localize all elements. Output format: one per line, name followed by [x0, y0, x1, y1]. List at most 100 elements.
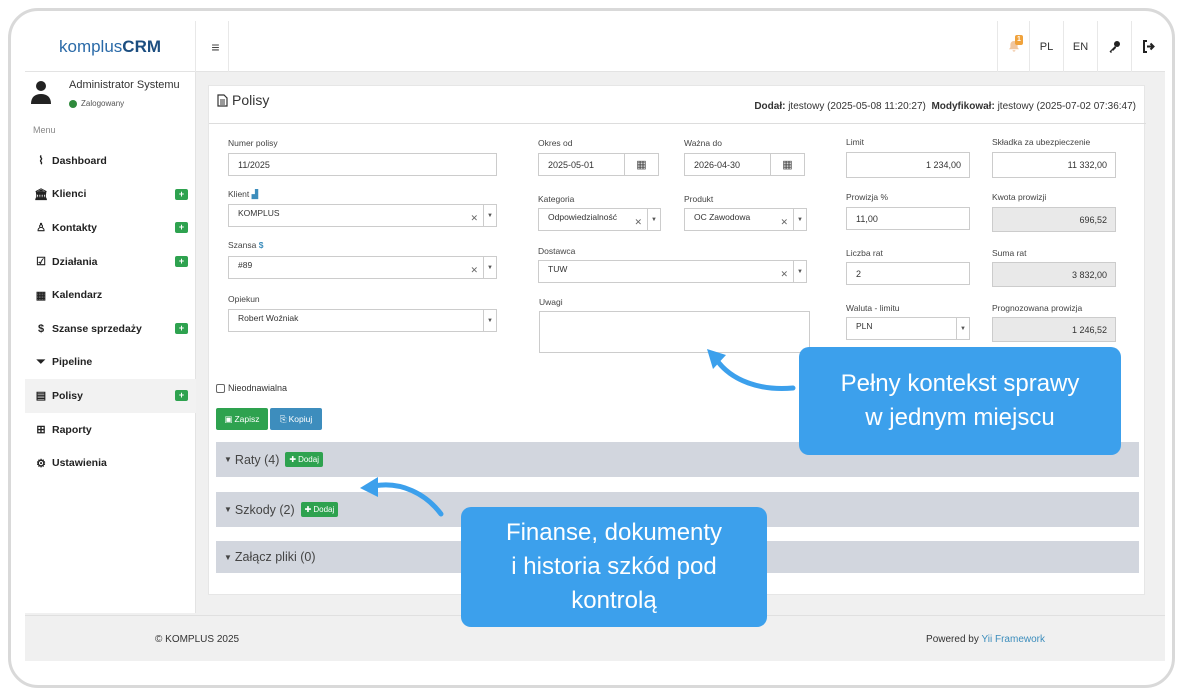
- caret-down-icon: ▼: [224, 455, 232, 464]
- key-icon[interactable]: [1097, 21, 1131, 72]
- clear-icon[interactable]: ✕: [780, 217, 788, 228]
- suma-label: Suma rat: [992, 248, 1027, 258]
- sidebar: Administrator Systemu Zalogowany Menu ⌇ D…: [25, 72, 196, 613]
- waluta-label: Waluta - limitu: [846, 303, 900, 313]
- logout-icon[interactable]: [1131, 21, 1165, 72]
- sidebar-item-label: Działania: [52, 255, 98, 268]
- callout-finance: Finanse, dokumenty i historia szkód pod ko…: [461, 507, 767, 627]
- sidebar-item-dashboard[interactable]: ⌇ Dashboard: [25, 144, 196, 178]
- chevron-down-icon[interactable]: ▼: [483, 257, 496, 278]
- sidebar-item-raporty[interactable]: ⊞ Raporty: [25, 413, 196, 447]
- add-plus-button[interactable]: +: [175, 322, 188, 334]
- notification-bell-icon[interactable]: 1: [997, 21, 1029, 72]
- numer-polisy-input[interactable]: 11/2025: [228, 153, 497, 176]
- document-icon: [217, 93, 228, 107]
- add-plus-button[interactable]: +: [175, 390, 188, 402]
- lang-en-link[interactable]: EN: [1063, 21, 1097, 72]
- prowizja-label: Prowizja %: [846, 192, 889, 202]
- nieodnawialna-checkbox[interactable]: Nieodnawialna: [216, 383, 287, 393]
- chevron-down-icon[interactable]: ▼: [793, 261, 806, 282]
- lang-pl-link[interactable]: PL: [1029, 21, 1063, 72]
- notification-count-badge: 1: [1015, 35, 1023, 45]
- sidebar-item-ustawienia[interactable]: ⚙ Ustawienia: [25, 446, 196, 480]
- calendar-icon[interactable]: ▦: [624, 154, 658, 175]
- calendar-icon[interactable]: ▦: [770, 154, 804, 175]
- factory-icon: ▟: [251, 189, 259, 199]
- brand-logo[interactable]: komplus CRM: [25, 21, 196, 72]
- sidebar-item-klienci[interactable]: 🏛 Klienci +: [25, 178, 196, 212]
- chevron-down-icon[interactable]: ▼: [793, 209, 806, 230]
- sidebar-item-szanse-sprzedaży[interactable]: $ Szanse sprzedaży +: [25, 312, 196, 346]
- szansa-select[interactable]: #89 ✕ ▼: [228, 256, 497, 279]
- hamburger-menu-icon[interactable]: ≡: [203, 21, 229, 72]
- add-plus-button[interactable]: +: [175, 255, 188, 267]
- skladka-input[interactable]: 11 332,00: [992, 152, 1116, 178]
- audit-meta: Dodał: jtestowy (2025-05-08 11:20:27) Mo…: [754, 101, 1136, 112]
- dostawca-select[interactable]: TUW ✕ ▼: [538, 260, 807, 283]
- user-avatar-icon: [31, 81, 51, 104]
- clear-icon[interactable]: ✕: [634, 217, 642, 228]
- add-szkody-button[interactable]: ✚ Dodaj: [300, 502, 339, 517]
- opiekun-label: Opiekun: [228, 294, 260, 304]
- sidebar-item-label: Polisy: [52, 389, 83, 402]
- okres-od-input[interactable]: 2025-05-01 ▦: [538, 153, 659, 176]
- user-panel: Administrator Systemu Zalogowany: [25, 72, 196, 122]
- szansa-label: Szansa $: [228, 240, 264, 250]
- document-icon: ▤: [35, 390, 47, 403]
- save-icon: ▣: [224, 413, 233, 424]
- screenshot-frame: komplus CRM ≡ 1 PL EN Administrator Syst…: [8, 8, 1175, 688]
- copyright: © KOMPLUS 2025: [155, 634, 240, 645]
- user-tie-icon: ♙: [36, 222, 46, 235]
- sidebar-item-kalendarz[interactable]: ▦ Kalendarz: [25, 278, 196, 312]
- prowizja-input[interactable]: 11,00: [846, 207, 970, 230]
- cogs-icon: ⚙: [36, 457, 46, 470]
- sidebar-item-label: Kontakty: [52, 221, 97, 234]
- clear-icon[interactable]: ✕: [780, 269, 788, 280]
- sidebar-item-pipeline[interactable]: ⏷ Pipeline: [25, 346, 196, 380]
- clear-icon[interactable]: ✕: [470, 265, 478, 276]
- arrow-icon: [360, 477, 444, 517]
- checkbox-box[interactable]: [216, 383, 225, 393]
- dostawca-label: Dostawca: [538, 246, 576, 256]
- liczba-label: Liczba rat: [846, 248, 883, 258]
- copy-button[interactable]: ⎘ Kopiuj: [270, 408, 322, 430]
- caret-down-icon: ▼: [224, 505, 232, 514]
- user-name: Administrator Systemu: [69, 79, 180, 91]
- chevron-down-icon[interactable]: ▼: [956, 318, 969, 339]
- add-plus-button[interactable]: +: [175, 222, 188, 234]
- sidebar-item-polisy[interactable]: ▤ Polisy +: [25, 379, 196, 413]
- table-icon: ⊞: [36, 424, 46, 437]
- calendar-icon: ▦: [35, 289, 47, 302]
- produkt-select[interactable]: OC Zawodowa ✕ ▼: [684, 208, 807, 231]
- kategoria-select[interactable]: Odpowiedzialność ✕ ▼: [538, 208, 661, 231]
- waluta-select[interactable]: PLN ▼: [846, 317, 970, 340]
- framework-link[interactable]: Yii Framework: [981, 634, 1045, 645]
- dollar-icon: $: [37, 322, 45, 335]
- chevron-down-icon[interactable]: ▼: [483, 310, 496, 331]
- save-button[interactable]: ▣ Zapisz: [216, 408, 268, 430]
- limit-input[interactable]: 1 234,00: [846, 152, 970, 178]
- skladka-label: Składka za ubezpieczenie: [992, 137, 1091, 147]
- suma-rat-field: 3 832,00: [992, 262, 1116, 287]
- wazna-do-input[interactable]: 2026-04-30 ▦: [684, 153, 805, 176]
- chevron-down-icon[interactable]: ▼: [483, 205, 496, 226]
- numer-label: Numer polisy: [228, 138, 278, 148]
- liczba-rat-input[interactable]: 2: [846, 262, 970, 285]
- sidebar-item-label: Raporty: [52, 423, 92, 436]
- dollar-icon: $: [258, 240, 264, 250]
- sidebar-item-label: Ustawienia: [52, 457, 107, 470]
- opiekun-select[interactable]: Robert Woźniak ▼: [228, 309, 497, 332]
- copy-icon: ⎘: [279, 413, 287, 424]
- kwota-prowizji-field: 696,52: [992, 207, 1116, 232]
- add-plus-button[interactable]: +: [175, 188, 188, 200]
- chevron-down-icon[interactable]: ▼: [647, 209, 660, 230]
- caret-down-icon: ▼: [224, 552, 232, 562]
- add-raty-button[interactable]: ✚ Dodaj: [285, 452, 323, 467]
- chart-icon: ⌇: [38, 155, 44, 168]
- sidebar-item-działania[interactable]: ☑ Działania +: [25, 245, 196, 279]
- clear-icon[interactable]: ✕: [470, 213, 478, 224]
- sidebar-item-kontakty[interactable]: ♙ Kontakty +: [25, 211, 196, 245]
- klient-select[interactable]: KOMPLUS ✕ ▼: [228, 204, 497, 227]
- divider: [209, 123, 1146, 124]
- bank-icon: 🏛: [34, 188, 48, 201]
